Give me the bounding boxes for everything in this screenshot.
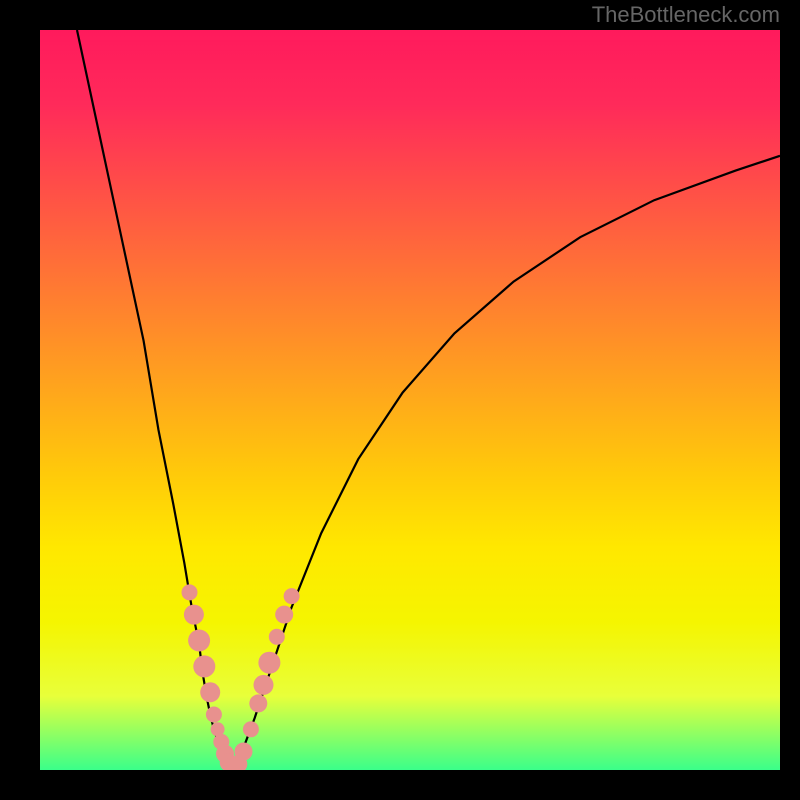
data-dot: [258, 652, 280, 674]
curve-canvas: [40, 30, 780, 770]
data-dot: [269, 629, 285, 645]
data-dot: [254, 675, 274, 695]
right-curve: [236, 156, 780, 763]
data-dot: [188, 630, 210, 652]
left-curve: [77, 30, 229, 763]
data-dot: [284, 588, 300, 604]
data-dot: [182, 584, 198, 600]
data-dot: [200, 682, 220, 702]
watermark-text: TheBottleneck.com: [592, 2, 780, 28]
data-dot: [249, 694, 267, 712]
chart-container: TheBottleneck.com: [0, 0, 800, 800]
data-dot: [243, 721, 259, 737]
data-dot: [275, 606, 293, 624]
data-dot: [206, 707, 222, 723]
data-dot: [184, 605, 204, 625]
data-dot: [235, 743, 253, 761]
data-dot: [193, 655, 215, 677]
data-dots: [182, 584, 300, 770]
plot-area: [40, 30, 780, 770]
